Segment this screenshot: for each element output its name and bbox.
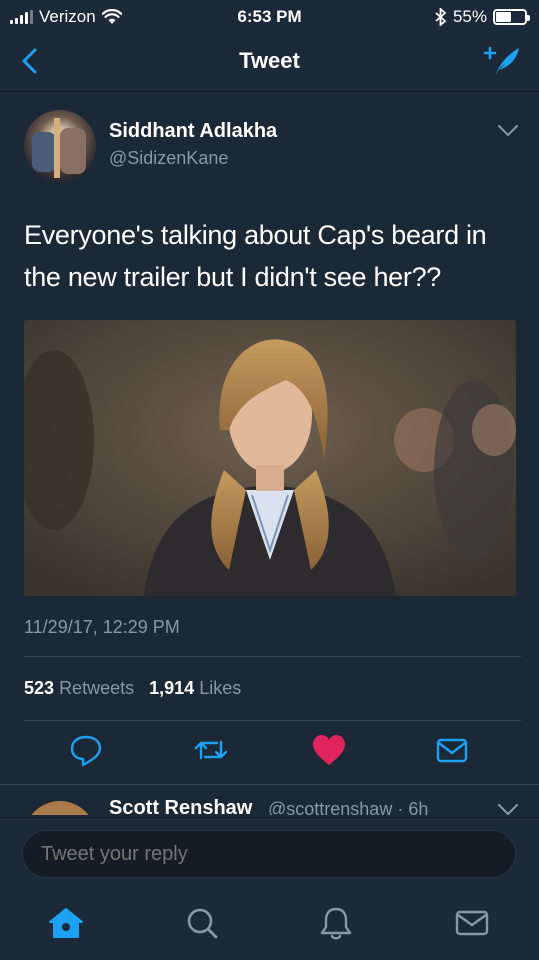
compose-tweet-icon[interactable] (483, 44, 523, 80)
home-icon[interactable] (46, 903, 86, 943)
notifications-icon[interactable] (316, 903, 356, 943)
chevron-down-icon[interactable] (497, 124, 519, 138)
tweet-photo-illustration (24, 320, 516, 596)
retweets-label[interactable]: Retweets (59, 678, 134, 698)
status-right: 55% (435, 7, 530, 27)
bluetooth-icon (435, 8, 447, 26)
reply-tweet-preview[interactable]: Scott Renshaw @scottrenshaw · 6h (0, 785, 539, 815)
retweets-count[interactable]: 523 (24, 678, 54, 698)
tweet-image[interactable] (24, 320, 516, 596)
status-bar: Verizon 6:53 PM 55% (0, 0, 539, 34)
page-title: Tweet (239, 48, 300, 73)
tweet-text: Everyone's talking about Cap's beard in … (24, 220, 487, 292)
reply-author-meta: @scottrenshaw · 6h (268, 799, 429, 815)
tab-bar (0, 889, 539, 960)
author-name[interactable]: Siddhant Adlakha (109, 120, 277, 143)
divider (24, 656, 521, 657)
tweet-timestamp: 11/29/17, 12:29 PM (24, 617, 180, 637)
search-icon[interactable] (182, 903, 222, 943)
author-avatar[interactable] (24, 110, 96, 182)
divider (24, 720, 521, 721)
author-handle[interactable]: @SidizenKane (109, 148, 228, 169)
reply-icon[interactable] (66, 732, 106, 768)
tweet-stats: 523 Retweets 1,914 Likes (24, 678, 241, 699)
reply-input[interactable] (22, 830, 516, 878)
share-icon[interactable] (432, 732, 472, 768)
battery-fill (496, 12, 512, 22)
likes-label[interactable]: Likes (199, 678, 241, 698)
like-heart-icon[interactable] (309, 732, 349, 768)
reply-author-name[interactable]: Scott Renshaw (109, 797, 252, 815)
messages-icon[interactable] (452, 903, 492, 943)
reply-avatar[interactable] (24, 801, 96, 815)
retweet-icon[interactable] (191, 732, 231, 768)
battery-icon (493, 9, 530, 25)
chevron-down-icon[interactable] (497, 803, 519, 815)
battery-percent: 55% (452, 7, 487, 26)
reply-bar (0, 817, 539, 889)
tweet-actions (0, 732, 539, 776)
likes-count[interactable]: 1,914 (149, 678, 194, 698)
nav-bar: Tweet (0, 34, 539, 92)
